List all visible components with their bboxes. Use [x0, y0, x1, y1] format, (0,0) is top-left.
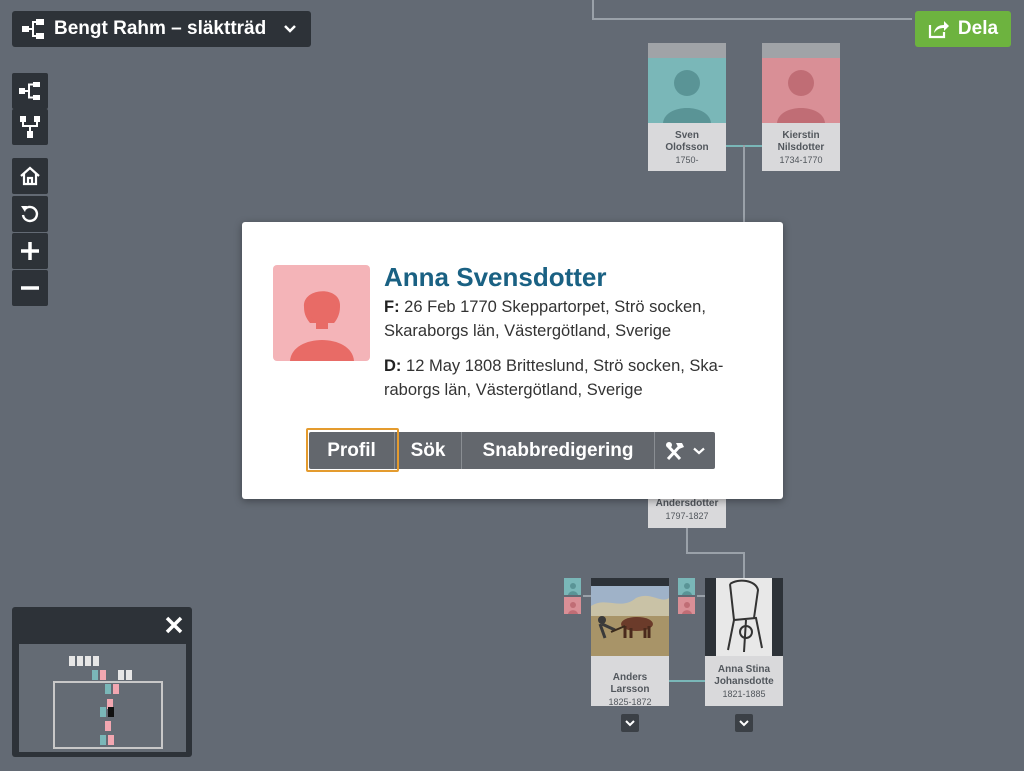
- descendant-view-button[interactable]: [12, 109, 48, 145]
- card-name: Kierstin Nilsdotter: [777, 130, 825, 153]
- minimap-viewport[interactable]: [53, 681, 163, 749]
- person-name[interactable]: Anna Svensdotter: [384, 262, 607, 293]
- tree-title-dropdown[interactable]: Bengt Rahm – släktträd: [12, 11, 311, 47]
- chevron-down-icon: [284, 25, 296, 33]
- person-card-kierstin-nilsdotter[interactable]: Kierstin Nilsdotter 1734-1770: [762, 43, 840, 171]
- chevron-down-icon: [693, 447, 705, 454]
- expand-children-button[interactable]: [735, 714, 753, 732]
- search-button[interactable]: Sök: [395, 432, 462, 469]
- home-icon: [20, 166, 40, 186]
- person-card-anders-larsson[interactable]: Anders Larsson 1825-1872: [591, 578, 669, 707]
- chevron-down-icon: [739, 720, 749, 727]
- parents-indicator[interactable]: [678, 578, 695, 616]
- zoom-in-button[interactable]: [12, 233, 48, 269]
- minimap-canvas[interactable]: [19, 644, 186, 752]
- person-popup: Anna Svensdotter F: 26 Feb 1770 Skeppart…: [242, 222, 783, 499]
- close-icon[interactable]: [164, 615, 184, 635]
- tree-title: Bengt Rahm – släktträd: [54, 18, 267, 39]
- male-silhouette-icon: [648, 58, 726, 123]
- parents-indicator[interactable]: [564, 578, 581, 616]
- card-name: Anna Stina Johansdotte: [714, 664, 774, 687]
- female-silhouette-icon: [762, 58, 840, 123]
- pedigree-icon: [19, 82, 40, 100]
- share-button[interactable]: Dela: [915, 11, 1011, 47]
- chair-sketch-image: [705, 578, 783, 656]
- expand-children-button[interactable]: [621, 714, 639, 732]
- card-name: Andersdotter: [655, 498, 719, 509]
- card-name: Anders Larsson: [610, 672, 650, 695]
- pedigree-view-button[interactable]: [12, 73, 48, 109]
- card-dates: 1821-1885: [722, 689, 766, 699]
- share-icon: [928, 21, 949, 39]
- profile-button[interactable]: Profil: [309, 432, 395, 469]
- chevron-down-icon: [625, 720, 635, 727]
- reset-icon: [21, 205, 39, 223]
- share-label: Dela: [957, 18, 999, 39]
- card-name: Sven Olofsson: [665, 130, 709, 153]
- card-dates: 1750-: [675, 155, 699, 165]
- person-card-sven-olofsson[interactable]: Sven Olofsson 1750-: [648, 43, 726, 171]
- zoom-out-button[interactable]: [12, 270, 48, 306]
- popup-actions: Profil Sök Snabbredigering: [309, 432, 715, 469]
- birth-event: F: 26 Feb 1770 Skeppartorpet, Strö socke…: [384, 298, 706, 340]
- death-event: D: 12 May 1808 Britteslund, Strö socken,…: [384, 357, 724, 399]
- card-dates: 1734-1770: [779, 155, 823, 165]
- card-dates: 1797-1827: [665, 511, 709, 521]
- quick-edit-button[interactable]: Snabbredigering: [462, 432, 655, 469]
- descendant-icon: [20, 116, 40, 138]
- tools-icon: [666, 441, 684, 460]
- tools-menu-button[interactable]: [655, 432, 715, 469]
- person-card-anna-stina-johansdotte[interactable]: Anna Stina Johansdotte 1821-1885: [705, 578, 783, 706]
- reset-button[interactable]: [12, 196, 48, 232]
- minimap[interactable]: [12, 607, 192, 757]
- female-silhouette-icon: [273, 265, 370, 361]
- plus-icon: [21, 242, 39, 260]
- ploughing-painting-image: [591, 586, 669, 656]
- tree-icon: [22, 19, 44, 39]
- card-dates: 1825-1872: [608, 697, 652, 707]
- home-button[interactable]: [12, 158, 48, 194]
- minus-icon: [21, 286, 39, 290]
